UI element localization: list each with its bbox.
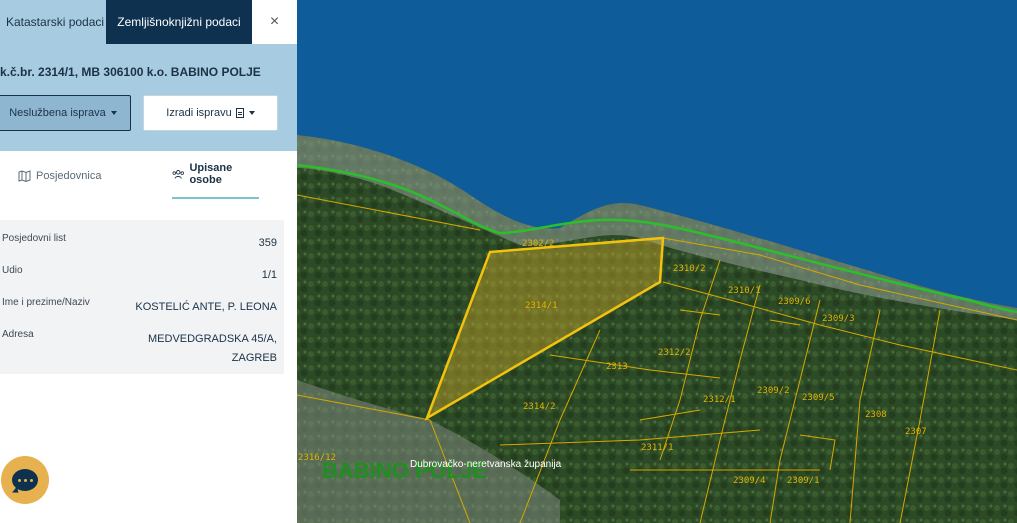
parcel-label: 2310/2 <box>673 264 706 274</box>
top-tabs: Katastarski podaci Zemljišnoknjižni poda… <box>0 0 297 44</box>
caret-down-icon <box>248 111 255 115</box>
parcel-label: 2314/2 <box>523 402 556 412</box>
parcel-label: 2309/1 <box>787 476 820 486</box>
parcel-label: 2309/2 <box>757 386 790 396</box>
tab-upisane-osobe-label: Upisane osobe <box>189 162 233 186</box>
parcel-label: 2309/3 <box>822 314 855 324</box>
info-row: Udio 1/1 <box>2 265 277 287</box>
info-label: Posjedovni list <box>2 233 66 244</box>
info-value: 1/1 <box>261 269 277 281</box>
info-row: Adresa MEDVEDGRADSKA 45/A, ZAGREB <box>2 329 277 369</box>
tab-katastarski-podaci[interactable]: Katastarski podaci <box>0 0 106 44</box>
parcel-header: k.č.br. 2314/1, MB 306100 k.o. BABINO PO… <box>0 44 297 151</box>
info-label: Udio <box>2 265 23 276</box>
parcel-label: 2309/5 <box>802 393 835 403</box>
izradi-ispravu-label: Izradi ispravu <box>166 107 232 119</box>
tab-zemljisnoknjizni-podaci[interactable]: Zemljišnoknjižni podaci <box>106 0 252 44</box>
tab-posjedovnica-label: Posjedovnica <box>36 170 102 182</box>
close-icon[interactable]: × <box>252 0 297 44</box>
parcel-label: 2313 <box>606 362 628 372</box>
caret-down-icon <box>110 111 117 115</box>
info-value: MEDVEDGRADSKA 45/A, ZAGREB <box>148 333 277 364</box>
info-row: Posjedovni list 359 <box>2 233 277 255</box>
document-icon <box>235 108 244 118</box>
info-value: 359 <box>258 237 277 249</box>
parcel-label: 2309/4 <box>733 476 766 486</box>
parcel-label: 2309/6 <box>778 297 811 307</box>
map-icon <box>18 170 31 182</box>
parcel-label: 2312/1 <box>703 395 736 405</box>
parcel-title: k.č.br. 2314/1, MB 306100 k.o. BABINO PO… <box>0 65 261 79</box>
parcel-label: 2314/1 <box>525 301 558 311</box>
parcel-label: 2302/2 <box>522 239 555 249</box>
county-name: Dubrovačko-neretvanska županija <box>410 459 562 470</box>
parcel-label: 2312/2 <box>658 348 691 358</box>
parcel-label: 2310/1 <box>728 286 761 296</box>
tab-upisane-osobe[interactable]: Upisane osobe <box>172 151 259 199</box>
users-icon <box>172 169 184 179</box>
parcel-label: 2311/1 <box>641 443 674 453</box>
sub-tabs: Posjedovnica Upisane osobe <box>0 151 297 201</box>
info-label: Ime i prezime/Naziv <box>2 297 90 308</box>
info-value: KOSTELIĆ ANTE, P. LEONA <box>135 301 277 313</box>
chat-icon <box>12 469 38 491</box>
chat-button[interactable] <box>1 456 49 504</box>
info-panel: Katastarski podaci Zemljišnoknjižni poda… <box>0 0 297 523</box>
neusluzbena-isprava-button[interactable]: Neslužbena isprava <box>0 95 131 131</box>
tab-posjedovnica[interactable]: Posjedovnica <box>18 151 101 201</box>
neusluzbena-isprava-label: Neslužbena isprava <box>9 107 106 119</box>
info-label: Adresa <box>2 329 34 340</box>
info-row: Ime i prezime/Naziv KOSTELIĆ ANTE, P. LE… <box>2 297 277 319</box>
izradi-ispravu-button[interactable]: Izradi ispravu <box>143 95 278 131</box>
parcel-label: 2308 <box>865 410 887 420</box>
owner-info-box: Posjedovni list 359 Udio 1/1 Ime i prezi… <box>0 220 284 374</box>
parcel-label: 2307 <box>905 427 927 437</box>
